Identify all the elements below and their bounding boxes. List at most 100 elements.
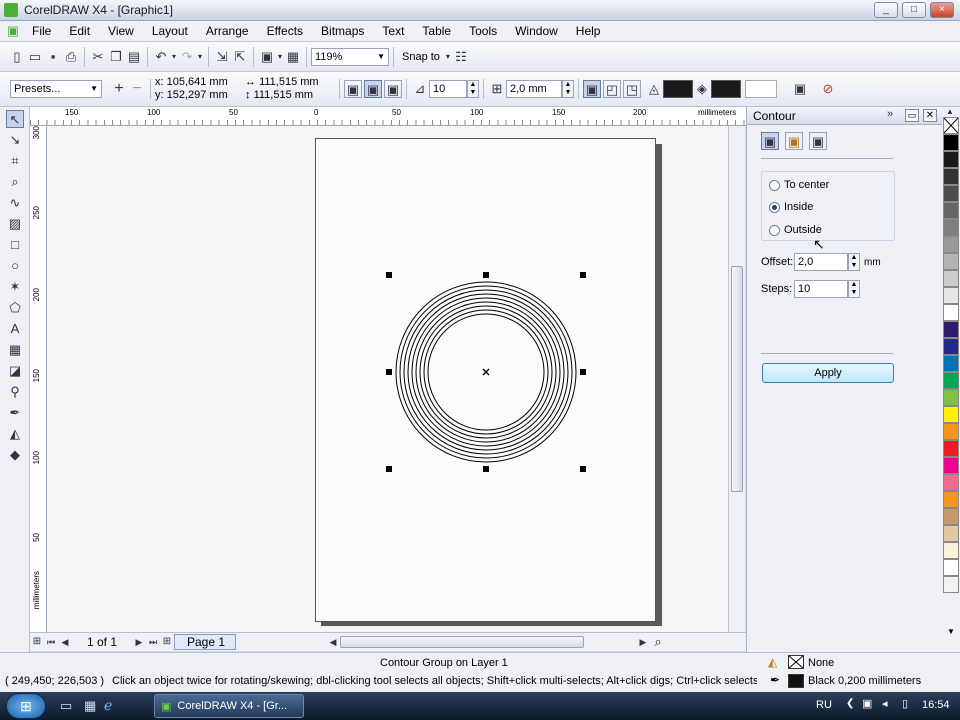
docker-minimize-icon[interactable]: ▭: [905, 109, 919, 122]
table-tool-icon[interactable]: ▦: [6, 341, 24, 359]
color-swatch[interactable]: [943, 253, 959, 270]
import-icon[interactable]: ⇲: [213, 48, 231, 66]
palette-scroll-down-icon[interactable]: ▼: [943, 627, 959, 637]
save-icon[interactable]: ▪: [44, 48, 62, 66]
outside-icon[interactable]: ▣: [384, 80, 402, 98]
y-position[interactable]: y: 152,297 mm: [155, 89, 241, 102]
color-swatch[interactable]: [943, 389, 959, 406]
contour-group[interactable]: [47, 126, 728, 632]
launcher-dropdown-icon[interactable]: ▾: [276, 48, 284, 66]
color-swatch[interactable]: [943, 576, 959, 593]
menu-file[interactable]: File: [23, 21, 60, 42]
height-value[interactable]: 111,515 mm: [254, 89, 314, 101]
steps-input[interactable]: 10: [429, 80, 467, 98]
color-swatch[interactable]: [943, 168, 959, 185]
color-swatch[interactable]: [943, 270, 959, 287]
drawing-canvas[interactable]: [47, 126, 728, 632]
color-swatch[interactable]: [943, 321, 959, 338]
no-fill-swatch[interactable]: [788, 655, 804, 669]
color-swatch[interactable]: [943, 287, 959, 304]
vertical-scrollbar[interactable]: [728, 126, 745, 632]
color-swatch[interactable]: [943, 338, 959, 355]
freehand-tool-icon[interactable]: ∿: [6, 194, 24, 212]
navigator-zoom-icon[interactable]: ⌕: [650, 633, 666, 651]
zoom-tool-icon[interactable]: ⌕: [6, 173, 24, 191]
counterclockwise-color-icon[interactable]: ◳: [623, 80, 641, 98]
fill-tool-icon[interactable]: ◭: [6, 425, 24, 443]
linear-color-icon[interactable]: ▣: [583, 80, 601, 98]
basic-shapes-tool-icon[interactable]: ⬠: [6, 299, 24, 317]
interactive-tool-icon[interactable]: ◪: [6, 362, 24, 380]
rectangle-tool-icon[interactable]: □: [6, 236, 24, 254]
fill-color-swatch[interactable]: [711, 80, 741, 98]
color-swatch[interactable]: [943, 236, 959, 253]
color-swatch[interactable]: [943, 440, 959, 457]
to-center-icon[interactable]: ▣: [344, 80, 362, 98]
docker-offset-spinner[interactable]: ▲ ▼: [848, 253, 860, 271]
tray-arrow-icon[interactable]: ❮: [846, 698, 854, 709]
add-page-icon[interactable]: ⊞: [160, 633, 174, 651]
maximize-button[interactable]: □: [902, 2, 926, 18]
page-options-icon[interactable]: ⊞: [30, 633, 44, 651]
apply-button[interactable]: Apply: [762, 363, 894, 383]
eyedropper-tool-icon[interactable]: ⚲: [6, 383, 24, 401]
outline-color-swatch[interactable]: [663, 80, 693, 98]
presets-select[interactable]: Presets... ▼: [10, 80, 102, 98]
interactive-fill-tool-icon[interactable]: ◆: [6, 446, 24, 464]
expand-icon[interactable]: »: [887, 108, 893, 120]
radio-to-center[interactable]: [769, 179, 780, 191]
horizontal-scroll-thumb[interactable]: [340, 636, 584, 648]
copy-contour-icon[interactable]: ▣: [791, 80, 809, 98]
color-swatch[interactable]: [943, 151, 959, 168]
export-icon[interactable]: ⇱: [231, 48, 249, 66]
last-page-icon[interactable]: ⏭: [146, 633, 160, 651]
print-icon[interactable]: ⎙: [62, 48, 80, 66]
option-inside[interactable]: Inside: [769, 201, 813, 213]
contour-steps-tab-icon[interactable]: ▣: [761, 132, 779, 150]
network-icon[interactable]: ▣: [862, 697, 872, 710]
outline-tool-icon[interactable]: ✒: [6, 404, 24, 422]
ellipse-tool-icon[interactable]: ○: [6, 257, 24, 275]
show-desktop-icon[interactable]: ▭: [60, 698, 72, 714]
open-icon[interactable]: ▭: [26, 48, 44, 66]
pick-tool-icon[interactable]: ↖: [6, 110, 24, 128]
color-swatch[interactable]: [943, 304, 959, 321]
offset-input[interactable]: 2,0 mm: [506, 80, 562, 98]
remove-preset-icon[interactable]: −: [128, 80, 146, 98]
color-swatch[interactable]: [943, 372, 959, 389]
clear-contour-icon[interactable]: ⊘: [819, 80, 837, 98]
minimize-button[interactable]: _: [874, 2, 898, 18]
menu-layout[interactable]: Layout: [143, 21, 197, 42]
docker-close-icon[interactable]: ✕: [923, 109, 937, 122]
steps-spinner[interactable]: ▲ ▼: [467, 80, 479, 98]
x-position[interactable]: x: 105,641 mm: [155, 76, 241, 89]
polygon-tool-icon[interactable]: ✶: [6, 278, 24, 296]
taskbar-task-coreldraw[interactable]: ▣ CorelDRAW X4 - [Gr...: [154, 694, 304, 718]
outline-color-status-swatch[interactable]: [788, 674, 804, 688]
color-swatch[interactable]: [943, 491, 959, 508]
snap-to-button[interactable]: Snap to: [398, 51, 444, 63]
options-icon[interactable]: ☷: [452, 48, 470, 66]
color-swatch[interactable]: [943, 508, 959, 525]
option-to-center[interactable]: To center: [769, 179, 829, 191]
contour-acceleration-tab-icon[interactable]: ▣: [809, 132, 827, 150]
cut-icon[interactable]: ✂: [89, 48, 107, 66]
text-tool-icon[interactable]: A: [6, 320, 24, 338]
first-page-icon[interactable]: ⏮: [44, 633, 58, 651]
next-page-icon[interactable]: ▶: [132, 633, 146, 651]
color-swatch[interactable]: [943, 542, 959, 559]
fill-color-2-swatch[interactable]: [745, 80, 777, 98]
menu-effects[interactable]: Effects: [258, 21, 312, 42]
inside-icon[interactable]: ▣: [364, 80, 382, 98]
undo-dropdown-icon[interactable]: ▾: [170, 48, 178, 66]
browser-icon[interactable]: ℯ: [104, 697, 112, 714]
volume-icon[interactable]: ◂: [882, 697, 888, 710]
menu-tools[interactable]: Tools: [460, 21, 506, 42]
color-swatch[interactable]: [943, 525, 959, 542]
docker-offset-input[interactable]: 2,0: [794, 253, 848, 271]
menu-arrange[interactable]: Arrange: [197, 21, 258, 42]
snap-dropdown-icon[interactable]: ▾: [444, 48, 452, 66]
power-icon[interactable]: ▯: [902, 697, 908, 710]
color-swatch[interactable]: [943, 185, 959, 202]
color-swatch[interactable]: [943, 457, 959, 474]
